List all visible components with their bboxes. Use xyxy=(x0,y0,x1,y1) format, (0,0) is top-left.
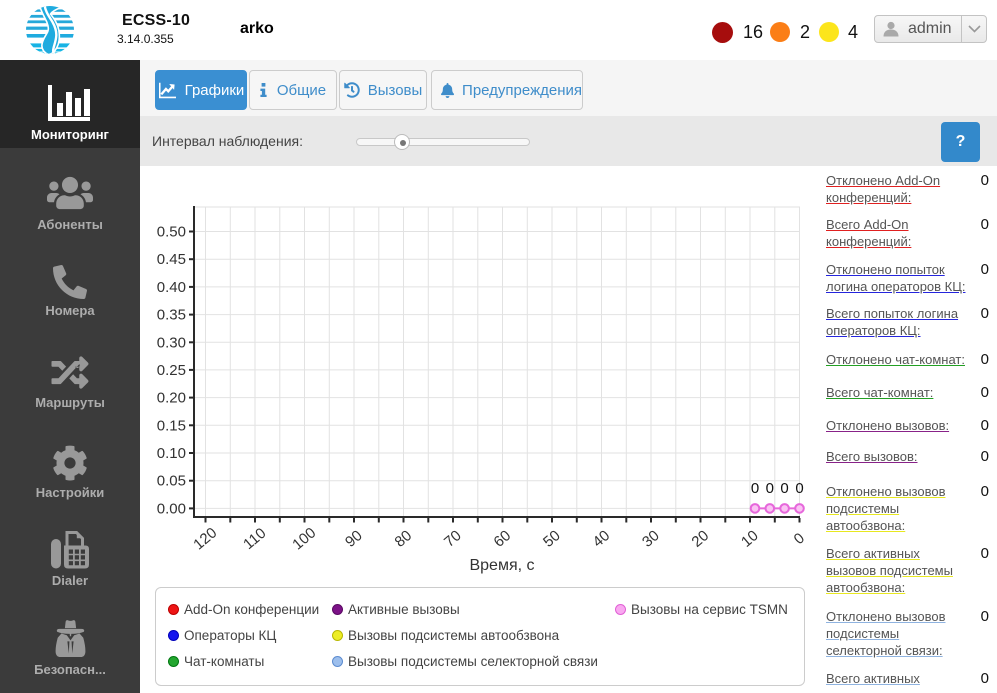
svg-text:40: 40 xyxy=(589,527,613,551)
svg-text:110: 110 xyxy=(240,525,269,553)
svg-text:0: 0 xyxy=(791,530,808,548)
svg-text:80: 80 xyxy=(391,527,415,551)
svg-text:50: 50 xyxy=(540,527,564,551)
svg-text:100: 100 xyxy=(289,524,319,553)
svg-text:Время, с: Время, с xyxy=(469,557,534,574)
svg-text:0.05: 0.05 xyxy=(157,473,186,490)
svg-text:0.35: 0.35 xyxy=(157,307,186,324)
svg-text:0: 0 xyxy=(780,480,788,497)
svg-text:0: 0 xyxy=(766,480,774,497)
svg-text:30: 30 xyxy=(639,527,663,551)
svg-text:0.15: 0.15 xyxy=(157,417,186,434)
svg-text:0.45: 0.45 xyxy=(157,251,186,268)
svg-text:0.00: 0.00 xyxy=(157,500,186,517)
svg-text:0.40: 0.40 xyxy=(157,279,186,296)
svg-text:70: 70 xyxy=(441,527,465,551)
svg-text:120: 120 xyxy=(190,524,220,553)
svg-text:90: 90 xyxy=(342,527,366,551)
svg-text:0.20: 0.20 xyxy=(157,390,186,407)
svg-text:0: 0 xyxy=(751,480,759,497)
svg-text:0.10: 0.10 xyxy=(157,445,186,462)
svg-text:0.50: 0.50 xyxy=(157,224,186,241)
svg-text:0.25: 0.25 xyxy=(157,362,186,379)
svg-text:0: 0 xyxy=(795,480,803,497)
svg-text:0.30: 0.30 xyxy=(157,334,186,351)
svg-text:10: 10 xyxy=(738,527,762,551)
svg-text:20: 20 xyxy=(688,527,712,551)
svg-text:60: 60 xyxy=(490,527,514,551)
